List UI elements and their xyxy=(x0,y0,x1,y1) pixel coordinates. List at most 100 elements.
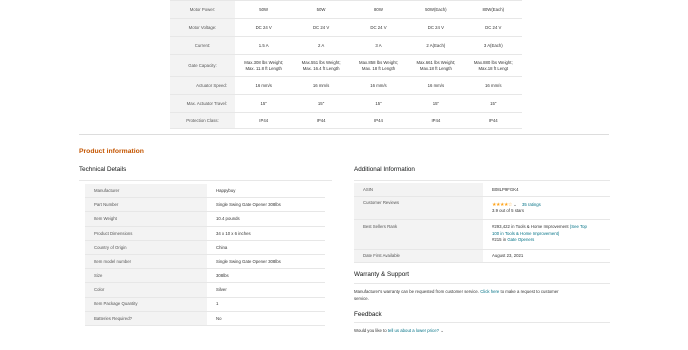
row-label: Max. Actuator Travel: xyxy=(170,94,235,113)
cell-line: Max. 18 ft Length xyxy=(361,65,396,71)
cell: IP44 xyxy=(407,112,465,129)
spec-value: Single Swing Gate Opener 308lbs xyxy=(207,254,325,270)
additional-information-table: ASIN B08LP9FGK4 Customer Reviews ★★★★☆ ⌄… xyxy=(354,183,610,263)
comparison-row: Motor Power: 50W 50W 80W 50W(Each) 80W(E… xyxy=(170,0,522,19)
row-label: Actuator Speed: xyxy=(170,76,235,95)
comparison-table: Motor Power: 50W 50W 80W 50W(Each) 80W(E… xyxy=(170,0,522,129)
top-100-link[interactable]: 100 in Tools & Home Improvement) xyxy=(492,231,559,236)
cell: DC 24 V xyxy=(407,18,465,37)
spec-key: Item Weight xyxy=(85,211,207,227)
comparison-row: Protection Class: IP44 IP44 IP44 IP44 IP… xyxy=(170,112,522,129)
warranty-support-heading: Warranty & Support xyxy=(354,271,410,278)
spec-value: 308lbs xyxy=(207,268,325,284)
cell: 2 A xyxy=(292,36,350,55)
warranty-text-before: Manufacturer's warranty can be requested… xyxy=(354,289,480,294)
cell: 16 mm/s xyxy=(292,76,350,95)
comparison-row: Current: 1.5 A 2 A 3 A 2 A(Each) 3 A(Eac… xyxy=(170,36,522,55)
cell: Max.661 lbs Weight; Max.18 ft Length xyxy=(407,54,465,77)
heading-underline xyxy=(354,180,610,181)
cell: 3 A xyxy=(349,36,408,55)
cell: 80W xyxy=(349,0,408,19)
cell: 3 A(Each) xyxy=(464,36,522,55)
spec-value: No xyxy=(207,311,325,326)
customer-reviews-cell: ★★★★☆ ⌄ 35 ratings 3.9 out of 5 stars xyxy=(483,196,610,220)
cell-line: Max.18 ft Lengt xyxy=(478,65,509,71)
chevron-down-icon[interactable]: ⌄ xyxy=(440,328,444,333)
cell-line: Max. 16.4 ft Length xyxy=(302,65,340,71)
product-information-heading: Product information xyxy=(79,148,144,155)
warranty-text-line2: service. xyxy=(354,296,369,301)
spec-key: Size xyxy=(85,268,207,284)
heading-underline xyxy=(354,283,610,284)
cell: DC 24 V xyxy=(464,18,522,37)
rating-text: 3.9 out of 5 stars xyxy=(492,208,525,213)
spec-value: China xyxy=(207,240,325,255)
spec-key: Item model number xyxy=(85,254,207,270)
spec-value: 10.4 pounds xyxy=(207,211,325,227)
table-row: Item Weight 10.4 pounds xyxy=(85,211,325,227)
lower-price-link[interactable]: tell us about a lower price? xyxy=(388,328,439,333)
cell: 50W xyxy=(292,0,350,19)
star-rating-icon[interactable]: ★★★★☆ xyxy=(492,202,512,208)
spec-key: Manufacturer xyxy=(85,184,207,199)
table-row: Country of Origin China xyxy=(85,240,325,255)
table-row: Size 308lbs xyxy=(85,268,325,284)
click-here-link[interactable]: Click here xyxy=(480,289,499,294)
row-label: Motor Voltage: xyxy=(170,18,235,37)
spec-value: 1 xyxy=(207,297,325,312)
spec-value: Happybuy xyxy=(207,184,325,199)
cell: 2 A(Each) xyxy=(407,36,465,55)
feedback-prefix: Would you like to xyxy=(354,328,387,333)
chevron-down-icon[interactable]: ⌄ xyxy=(513,202,517,207)
cell-line: Max. 11.8 ft Length xyxy=(245,65,282,71)
spec-key: Color xyxy=(85,282,207,298)
info-key: Best Sellers Rank xyxy=(354,219,483,250)
additional-information-heading: Additional Information xyxy=(354,166,415,173)
cell: 15" xyxy=(235,94,293,113)
technical-details-heading: Technical Details xyxy=(79,166,127,173)
table-row: Manufacturer Happybuy xyxy=(85,184,325,199)
spec-value: Single Swing Gate Opener 308lbs xyxy=(207,197,325,213)
warranty-text: Manufacturer's warranty can be requested… xyxy=(354,288,610,302)
table-row: Part Number Single Swing Gate Opener 308l… xyxy=(85,197,325,213)
cell: Max.880 lbs Weight; Max.18 ft Lengt xyxy=(464,54,522,77)
table-row: Date First Available August 23, 2021 xyxy=(354,249,610,263)
spec-key: Batteries Required? xyxy=(85,311,207,326)
cell: DC 24 V xyxy=(292,18,350,37)
table-row: Customer Reviews ★★★★☆ ⌄ 35 ratings 3.9 … xyxy=(354,196,610,220)
heading-underline xyxy=(354,322,610,323)
table-row: Batteries Required? No xyxy=(85,311,325,326)
ratings-link[interactable]: 35 ratings xyxy=(522,202,541,207)
table-row: ASIN B08LP9FGK4 xyxy=(354,183,610,197)
cell: 15" xyxy=(292,94,350,113)
info-key: ASIN xyxy=(354,183,483,197)
table-row: Item model number Single Swing Gate Opene… xyxy=(85,254,325,270)
cell: 50W(Each) xyxy=(407,0,465,19)
comparison-row: Max. Actuator Travel: 15" 15" 15" 15" 15… xyxy=(170,94,522,113)
technical-details-table: Manufacturer Happybuy Part Number Single S… xyxy=(85,184,325,326)
row-label: Motor Power: xyxy=(170,0,235,19)
feedback-text: Would you like to tell us about a lower … xyxy=(354,327,610,334)
cell: IP44 xyxy=(235,112,293,129)
cell: 15" xyxy=(464,94,522,113)
feedback-heading: Feedback xyxy=(354,311,382,318)
best-sellers-rank-cell: #293,422 in Tools & Home Improvement (Se… xyxy=(483,219,610,250)
comparison-row: Gate Capacity: Max.308 lbs Weight; Max. 1… xyxy=(170,54,522,77)
asin-value: B08LP9FGK4 xyxy=(483,183,610,197)
cell: 16 mm/s xyxy=(464,76,522,95)
gate-openers-link[interactable]: Gate Openers xyxy=(507,237,534,242)
cell: 16 mm/s xyxy=(349,76,408,95)
table-row: Item Package Quantity 1 xyxy=(85,297,325,312)
cell-line: Max.18 ft Length xyxy=(419,65,452,71)
cell-line: Max.308 lbs Weight; xyxy=(244,60,284,66)
rank-line: #293,422 in Tools & Home Improvement xyxy=(492,224,569,230)
cell-line: Max.880 lbs Weight; xyxy=(473,60,513,66)
cell: 15" xyxy=(349,94,408,113)
cell: 1.5 A xyxy=(235,36,293,55)
info-key: Date First Available xyxy=(354,249,483,263)
cell: Max.551 lbs Weight; Max. 16.4 ft Length xyxy=(292,54,350,77)
see-top-link[interactable]: (See Top xyxy=(570,224,587,229)
spec-value: Silver xyxy=(207,282,325,298)
cell: 80W(Each) xyxy=(464,0,522,19)
cell: IP44 xyxy=(292,112,350,129)
